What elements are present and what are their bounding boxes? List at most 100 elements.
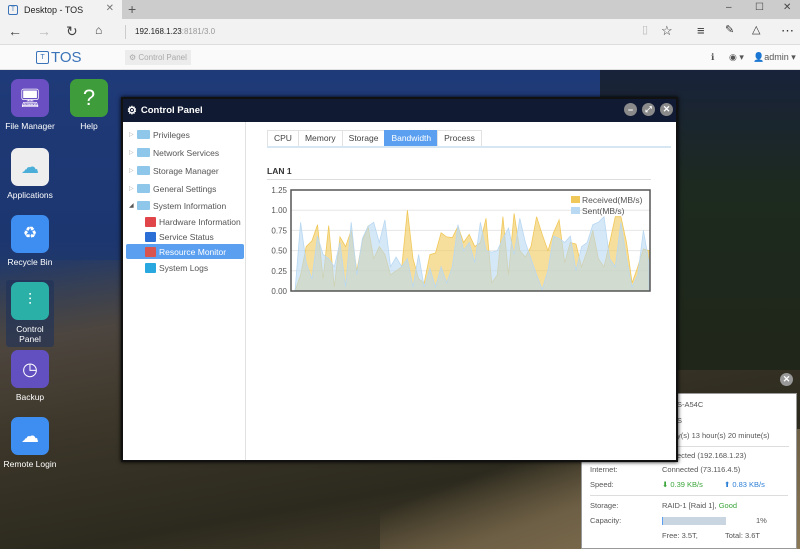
home-icon[interactable]: ⌂ — [95, 23, 102, 37]
capacity-free: Free: 3.5T, — [662, 531, 698, 540]
expand-arrow-icon[interactable]: ▷ — [129, 149, 137, 156]
folder-icon — [137, 201, 150, 210]
capacity-bar — [662, 517, 726, 525]
device-name-value: S-A54C — [677, 400, 704, 409]
forward-icon[interactable]: → — [37, 23, 51, 39]
nav-system-logs[interactable]: System Logs — [126, 260, 244, 275]
info-icon[interactable]: ℹ — [711, 52, 714, 63]
tree-item-label: Network Services — [153, 147, 220, 158]
close-tab-icon[interactable]: ✕ — [106, 3, 114, 14]
download-speed: ⬇ 0.39 KB/s — [662, 480, 703, 489]
desktop-icon-label: Recycle Bin — [7, 257, 53, 267]
tree-item-general-settings[interactable]: ▷ General Settings — [129, 181, 216, 196]
storage-value: RAID-1 [Raid 1], Good — [662, 501, 737, 510]
desktop-icon-remote-login[interactable]: ☁ Remote Login — [0, 417, 60, 470]
address-host: 192.168.1.23 — [135, 27, 182, 36]
tree-item-storage-manager[interactable]: ▷ Storage Manager — [129, 163, 219, 178]
address-bar[interactable]: 192.168.1.23:8181/3.0 — [125, 25, 215, 39]
tree-item-label: Storage Manager — [153, 165, 219, 176]
tree-item-network-services[interactable]: ▷ Network Services — [129, 145, 219, 160]
control-panel-sidebar: ▷ Privileges ▷ Network Services ▷ Storage M… — [123, 122, 246, 460]
tos-logo-icon: T — [36, 51, 49, 64]
desktop-icon-help[interactable]: ? Help — [59, 79, 119, 132]
browser-tab-bar: T Desktop - TOS ✕ + – ☐ ✕ — [0, 0, 800, 19]
control-panel-window: ⚙ Control Panel − ⤢ ✕ ▷ Privileges ▷ Netwo… — [121, 97, 678, 462]
resource-monitor-content: CPU Memory Storage Bandwidth Process LAN… — [247, 122, 676, 460]
browser-tab-title: Desktop - TOS — [24, 4, 84, 15]
desktop-icon-control-panel[interactable]: ⫶ Control Panel — [6, 280, 54, 347]
y-tick-label: 1.25 — [271, 186, 287, 195]
nav-label: Service Status — [159, 231, 214, 242]
folder-icon — [137, 184, 150, 193]
nav-label: System Logs — [159, 262, 209, 273]
nav-label: Hardware Information — [159, 216, 241, 227]
tree-item-system-information[interactable]: ◢ System Information — [129, 198, 226, 213]
collapse-arrow-icon[interactable]: ◢ — [129, 202, 137, 209]
clock-icon: ◷ — [11, 350, 49, 388]
nav-label: Resource Monitor — [159, 246, 227, 257]
folder-icon — [137, 166, 150, 175]
maximize-window-button[interactable]: ☐ — [755, 2, 764, 13]
download-speed-value: 0.39 KB/s — [670, 480, 703, 489]
language-globe-icon[interactable]: ◉ ▾ — [729, 52, 744, 63]
window-title: Control Panel — [140, 105, 203, 116]
legend-label: Received(MB/s) — [582, 195, 643, 205]
desktop-icon-applications[interactable]: ☁ Applications — [0, 148, 60, 201]
hardware-icon — [145, 216, 156, 227]
nav-hardware-information[interactable]: Hardware Information — [126, 214, 244, 229]
logs-icon — [145, 262, 156, 273]
user-menu[interactable]: 👤admin ▾ — [753, 52, 796, 63]
nav-resource-monitor[interactable]: Resource Monitor — [126, 244, 244, 259]
nav-service-status[interactable]: Service Status — [126, 229, 244, 244]
maximize-button[interactable]: ⤢ — [642, 103, 655, 116]
browser-tab[interactable]: T Desktop - TOS ✕ — [0, 0, 122, 19]
close-button[interactable]: ✕ — [660, 103, 673, 116]
close-status-panel-button[interactable]: ✕ — [780, 373, 793, 386]
web-note-icon[interactable]: ✎ — [725, 23, 734, 36]
address-path: :8181/3.0 — [181, 27, 216, 36]
tos-logo: T TOS — [36, 49, 82, 66]
favorite-star-icon[interactable]: ☆ — [661, 23, 673, 39]
user-name: admin — [764, 52, 789, 62]
taskbar-control-panel[interactable]: ⚙ Control Panel — [125, 50, 191, 65]
taskbar-control-panel-label: Control Panel — [138, 53, 187, 62]
expand-arrow-icon[interactable]: ▷ — [129, 167, 137, 174]
capacity-percent: 1% — [756, 516, 767, 525]
share-icon[interactable]: △ — [752, 23, 760, 36]
legend-swatch — [571, 196, 580, 203]
new-tab-button[interactable]: + — [128, 1, 136, 17]
folder-icon — [137, 130, 150, 139]
legend-swatch — [571, 207, 580, 214]
desktop-icon-label: Remote Login — [3, 459, 57, 469]
question-icon: ? — [70, 79, 108, 117]
desktop-icon-file-manager[interactable]: 🖥 File Manager — [0, 79, 60, 132]
y-tick-label: 0.50 — [271, 247, 287, 256]
bandwidth-chart: 1.25 1.00 0.75 0.50 0.25 0.00 Received(MB/s)Se… — [271, 186, 651, 296]
back-icon[interactable]: ← — [8, 23, 22, 39]
expand-arrow-icon[interactable]: ▷ — [129, 131, 137, 138]
close-window-button[interactable]: ✕ — [783, 2, 791, 13]
gear-icon: ⚙ — [129, 53, 139, 62]
capacity-total: Total: 3.6T — [725, 531, 761, 540]
more-icon[interactable]: ⋯ — [781, 23, 794, 39]
expand-arrow-icon[interactable]: ▷ — [129, 185, 137, 192]
desktop-icon-label: Control Panel — [16, 324, 44, 344]
window-title-bar[interactable]: ⚙ Control Panel − ⤢ ✕ — [123, 99, 676, 122]
tree-item-privileges[interactable]: ▷ Privileges — [129, 127, 190, 142]
desktop-icon-recycle-bin[interactable]: ♻ Recycle Bin — [0, 215, 60, 268]
gear-icon: ⚙ — [127, 105, 137, 117]
hub-icon[interactable]: ≡ — [697, 23, 705, 38]
minimize-button[interactable]: − — [624, 103, 637, 116]
upload-speed: ⬆ 0.83 KB/s — [724, 480, 765, 489]
cloud-icon: ☁ — [11, 417, 49, 455]
y-tick-label: 0.75 — [271, 226, 287, 235]
storage-label: Storage: — [590, 501, 619, 510]
desktop-icon-label: Backup — [15, 392, 45, 402]
minimize-window-button[interactable]: – — [726, 2, 732, 13]
desktop-icon-backup[interactable]: ◷ Backup — [0, 350, 60, 403]
upload-speed-value: 0.83 KB/s — [732, 480, 765, 489]
desktop-icon-label: File Manager — [5, 121, 55, 131]
refresh-icon[interactable]: ↻ — [66, 23, 78, 40]
recycle-bin-icon: ♻ — [11, 215, 49, 253]
reading-view-icon[interactable]: ▯ — [642, 23, 648, 36]
